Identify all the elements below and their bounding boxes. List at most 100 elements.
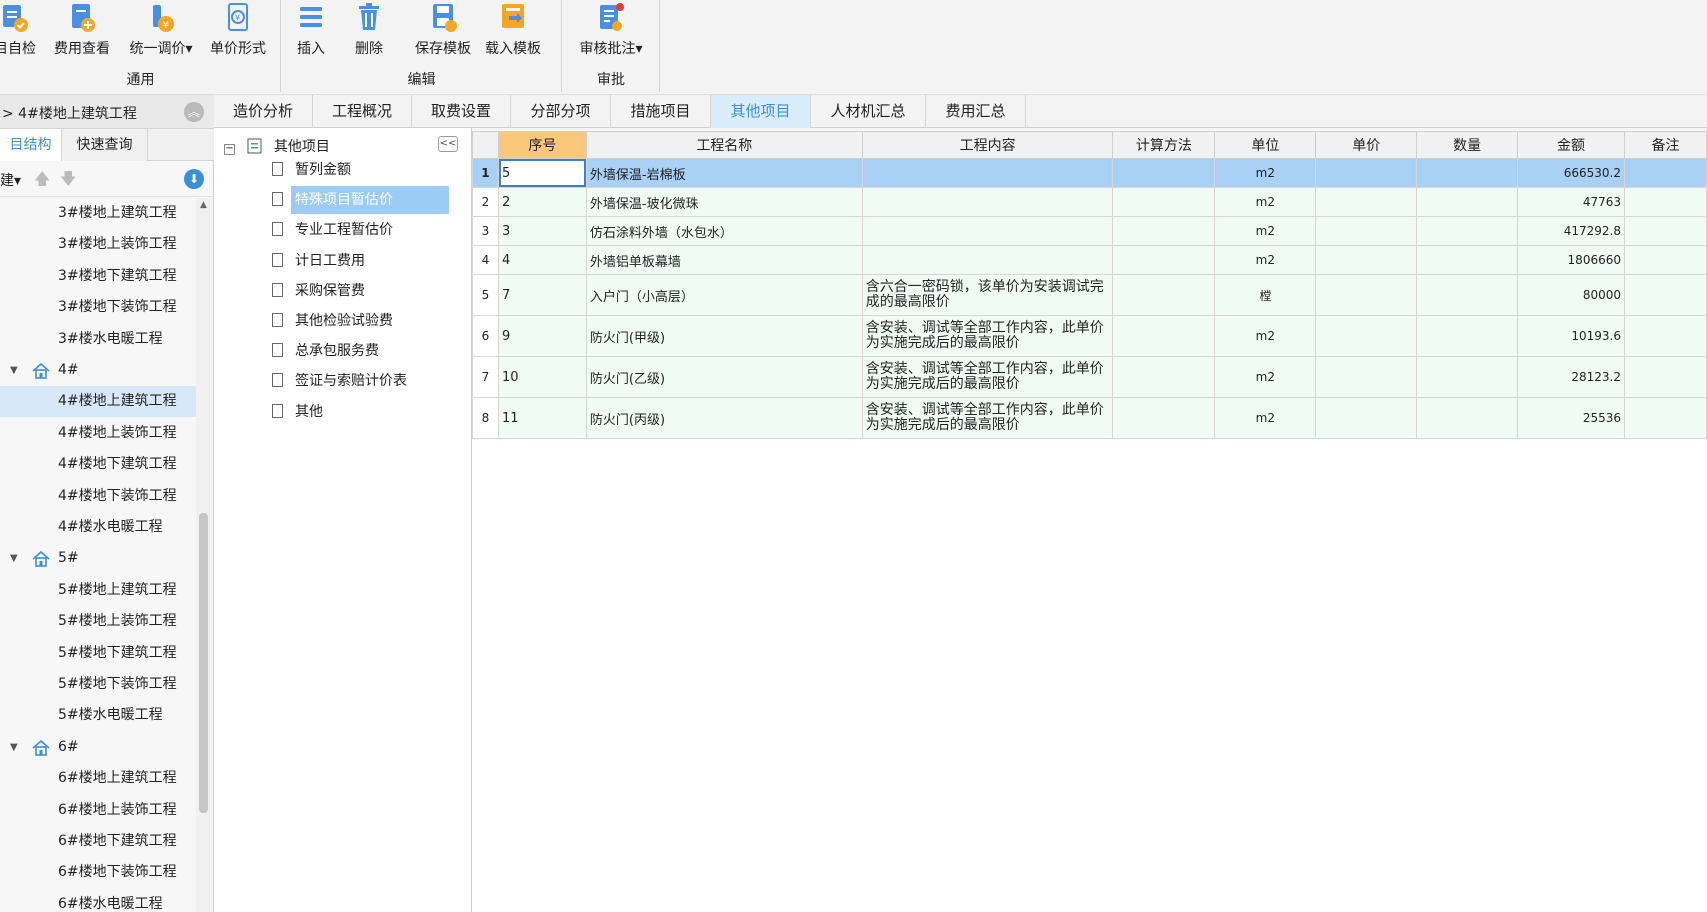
cell-quantity[interactable]: [1416, 216, 1519, 246]
cell-content[interactable]: 含六合一密码锁，该单价为安装调试完成的最高限价: [861, 274, 1114, 316]
tree-item[interactable]: 6#楼水电暖工程: [0, 889, 196, 912]
category-item[interactable]: 专业工程暂估价: [272, 216, 397, 244]
cell-remark[interactable]: [1624, 397, 1707, 439]
column-header[interactable]: 数量: [1416, 131, 1519, 159]
collapse-panel-button[interactable]: ︽: [184, 102, 204, 122]
table-row[interactable]: 8 11 防火门(丙级) 含安装、调试等全部工作内容，此单价为实施完成后的最高限价 m2…: [472, 397, 1707, 439]
category-item[interactable]: 暂列金额: [272, 156, 355, 184]
cell-name[interactable]: 防火门(乙级): [585, 356, 863, 398]
cell-unit-price[interactable]: [1315, 356, 1418, 398]
tree-item[interactable]: 5#楼水电暖工程: [0, 700, 196, 731]
cell-amount[interactable]: 1806660: [1517, 245, 1625, 275]
category-item[interactable]: 签证与索赔计价表: [272, 367, 411, 395]
column-header[interactable]: 备注: [1624, 131, 1707, 159]
column-header[interactable]: 金额: [1517, 131, 1625, 159]
cell-amount[interactable]: 10193.6: [1517, 315, 1625, 357]
cell-remark[interactable]: [1624, 356, 1707, 398]
expand-caret-icon[interactable]: ▼: [10, 543, 22, 574]
tree-item[interactable]: 5#楼地上建筑工程: [0, 575, 196, 606]
cell-seq[interactable]: 4: [497, 245, 587, 275]
collapse-left-button[interactable]: <<: [438, 136, 458, 152]
tree-item[interactable]: 6#楼地下建筑工程: [0, 826, 196, 857]
cell-calc-method[interactable]: [1112, 356, 1216, 398]
cell-unit-price[interactable]: [1315, 315, 1418, 357]
cell-seq[interactable]: 7: [497, 274, 587, 316]
cell-name[interactable]: 外墙铝单板幕墙: [585, 245, 863, 275]
tree-folder[interactable]: ▼ 4#: [0, 355, 196, 386]
tree-item[interactable]: 4#楼水电暖工程: [0, 512, 196, 543]
cell-quantity[interactable]: [1416, 274, 1519, 316]
tab-5[interactable]: 其他项目: [711, 95, 811, 128]
tree-item[interactable]: 5#楼地下装饰工程: [0, 669, 196, 700]
cell-seq[interactable]: 2: [497, 187, 587, 217]
fee-view-button[interactable]: 费用查看: [50, 0, 114, 62]
column-header[interactable]: 序号: [497, 131, 587, 159]
review-annotate-button[interactable]: 审核批注▾: [572, 0, 650, 62]
column-header[interactable]: 工程名称: [585, 131, 863, 159]
cell-name[interactable]: 防火门(丙级): [585, 397, 863, 439]
cell-unit[interactable]: m2: [1214, 315, 1317, 357]
table-row[interactable]: 6 9 防火门(甲级) 含安装、调试等全部工作内容，此单价为实施完成后的最高限价 m2 1…: [472, 315, 1707, 357]
cell-amount[interactable]: 25536: [1517, 397, 1625, 439]
category-root[interactable]: − 其他项目: [224, 136, 330, 156]
tree-item[interactable]: 6#楼地下装饰工程: [0, 857, 196, 888]
cell-unit-price[interactable]: [1315, 158, 1418, 188]
cell-remark[interactable]: [1624, 216, 1707, 246]
tab-2[interactable]: 取费设置: [412, 95, 511, 128]
delete-button[interactable]: 删除: [347, 0, 391, 62]
category-item[interactable]: 特殊项目暂估价: [272, 186, 449, 215]
new-dropdown[interactable]: 建▾: [0, 170, 21, 190]
scroll-up-icon[interactable]: ▲: [200, 200, 207, 210]
column-header[interactable]: 计算方法: [1112, 131, 1216, 159]
load-template-button[interactable]: 载入模板: [481, 0, 545, 62]
cell-name[interactable]: 仿石涂料外墙（水包水）: [585, 216, 863, 246]
cell-seq[interactable]: 9: [497, 315, 587, 357]
tab-3[interactable]: 分部分项: [511, 95, 611, 128]
cell-remark[interactable]: [1624, 187, 1707, 217]
cell-remark[interactable]: [1624, 158, 1707, 188]
cell-name[interactable]: 外墙保温-岩棉板: [585, 158, 863, 188]
expand-caret-icon[interactable]: ▼: [10, 732, 22, 763]
cell-name[interactable]: 防火门(甲级): [585, 315, 863, 357]
tree-scrollbar[interactable]: ▲: [196, 198, 212, 912]
category-item[interactable]: 采购保管费: [272, 277, 369, 305]
tab-6[interactable]: 人材机汇总: [811, 95, 926, 128]
tree-item[interactable]: 6#楼地上装饰工程: [0, 795, 196, 826]
cell-remark[interactable]: [1624, 274, 1707, 316]
cell-amount[interactable]: 80000: [1517, 274, 1625, 316]
tree-item[interactable]: 4#楼地上建筑工程: [0, 386, 196, 418]
cell-seq[interactable]: 10: [497, 356, 587, 398]
cell-unit[interactable]: m2: [1214, 216, 1317, 246]
cell-amount[interactable]: 28123.2: [1517, 356, 1625, 398]
cell-unit-price[interactable]: [1315, 187, 1418, 217]
cell-remark[interactable]: [1624, 245, 1707, 275]
tab-project-structure[interactable]: 目结构: [0, 129, 62, 161]
cell-unit[interactable]: m2: [1214, 356, 1317, 398]
save-template-button[interactable]: 保存模板: [411, 0, 475, 62]
cell-calc-method[interactable]: [1112, 187, 1216, 217]
column-header[interactable]: 工程内容: [861, 131, 1114, 159]
cell-calc-method[interactable]: [1112, 216, 1216, 246]
cell-unit-price[interactable]: [1315, 397, 1418, 439]
table-row[interactable]: 7 10 防火门(乙级) 含安装、调试等全部工作内容，此单价为实施完成后的最高限价 m2…: [472, 356, 1707, 398]
cell-calc-method[interactable]: [1112, 245, 1216, 275]
tab-4[interactable]: 措施项目: [611, 95, 711, 128]
self-check-button[interactable]: 目自检: [0, 0, 40, 62]
cell-calc-method[interactable]: [1112, 274, 1216, 316]
scrollbar-thumb[interactable]: [199, 513, 208, 813]
tree-item[interactable]: 3#楼水电暖工程: [0, 324, 196, 355]
cell-content[interactable]: [861, 216, 1114, 246]
tab-7[interactable]: 费用汇总: [926, 95, 1026, 128]
cell-calc-method[interactable]: [1112, 315, 1216, 357]
cell-content[interactable]: 含安装、调试等全部工作内容，此单价为实施完成后的最高限价: [861, 315, 1114, 357]
tree-item[interactable]: 4#楼地下建筑工程: [0, 449, 196, 480]
cell-content[interactable]: 含安装、调试等全部工作内容，此单价为实施完成后的最高限价: [861, 356, 1114, 398]
cell-content[interactable]: [861, 245, 1114, 275]
tree-item[interactable]: 3#楼地上装饰工程: [0, 229, 196, 260]
table-row[interactable]: 3 3 仿石涂料外墙（水包水） m2 417292.8: [472, 216, 1707, 246]
tab-quick-search[interactable]: 快速查询: [62, 129, 148, 161]
cell-unit[interactable]: m2: [1214, 397, 1317, 439]
tree-item[interactable]: 4#楼地上装饰工程: [0, 418, 196, 449]
cell-name[interactable]: 入户门（小高层）: [585, 274, 863, 316]
unified-adjust-button[interactable]: ¥ 统一调价▾: [122, 0, 200, 62]
